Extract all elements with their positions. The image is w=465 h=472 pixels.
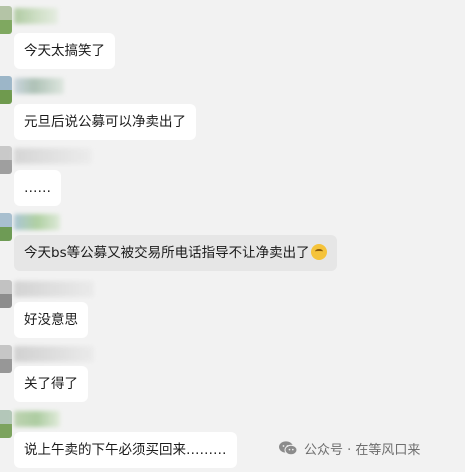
message-text: 今天太搞笑了 [24,43,105,59]
sender-name [14,411,60,427]
watermark: 公众号 · 在等风口来 [278,438,420,458]
message-bubble[interactable]: 今天太搞笑了 [14,33,115,69]
message-bubble[interactable]: 元旦后说公募可以净卖出了 [14,104,196,140]
avatar[interactable] [0,146,12,174]
message-bubble[interactable]: 好没意思 [14,302,88,338]
avatar[interactable] [0,213,12,241]
thinking-emoji-icon [310,244,327,260]
avatar[interactable] [0,280,12,308]
sender-name [14,281,94,297]
message-bubble[interactable]: 关了得了 [14,366,88,402]
message-text: 说上午卖的下午必须买回来……… [24,442,227,458]
message-text: 关了得了 [24,376,78,392]
wechat-official-account-icon [279,441,298,456]
sender-name [14,346,94,362]
message-text: 好没意思 [24,312,78,328]
sender-name [14,8,58,24]
message-text: 元旦后说公募可以净卖出了 [24,114,186,130]
avatar[interactable] [0,76,12,104]
avatar[interactable] [0,410,12,438]
message-bubble[interactable]: …… [14,170,61,206]
chat-history: 今天太搞笑了 元旦后说公募可以净卖出了 …… 今天bs等公募又被交易所电话指导不… [0,0,465,472]
message-bubble[interactable]: 说上午卖的下午必须买回来……… [14,432,237,468]
message-bubble[interactable]: 今天bs等公募又被交易所电话指导不让净卖出了 [14,235,337,271]
message-text: 今天bs等公募又被交易所电话指导不让净卖出了 [24,245,310,261]
sender-name [14,214,60,230]
sender-name [14,148,92,164]
message-text: …… [24,180,51,196]
sender-name [14,78,64,94]
watermark-text: 公众号 · 在等风口来 [304,442,421,458]
avatar[interactable] [0,6,12,34]
avatar[interactable] [0,345,12,373]
